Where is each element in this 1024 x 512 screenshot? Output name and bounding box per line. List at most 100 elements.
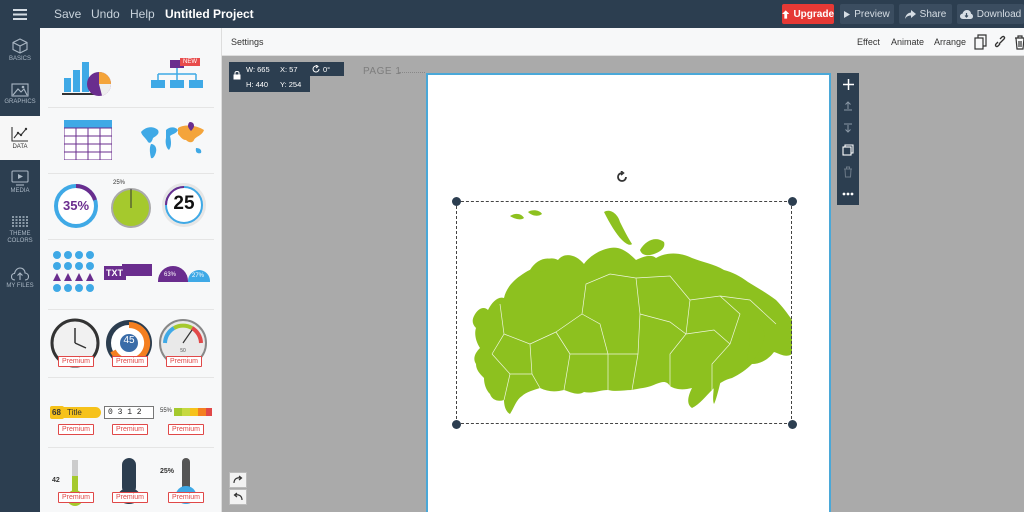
- undo-link[interactable]: Undo: [91, 7, 120, 21]
- copy-icon[interactable]: [974, 34, 988, 50]
- animate-link[interactable]: Animate: [891, 37, 924, 47]
- nav-label-basics: BASICS: [8, 55, 31, 62]
- page-label-line: [399, 72, 425, 73]
- image-icon: [11, 82, 29, 97]
- meter-value: 50: [180, 348, 186, 354]
- delete-element-button[interactable]: [837, 161, 859, 183]
- progress-circle-value: 35%: [62, 198, 90, 213]
- width-readout[interactable]: W: 665: [246, 65, 270, 74]
- title-badge-widget[interactable]: 68 Title Premium: [50, 406, 102, 435]
- y-readout[interactable]: Y: 254: [280, 80, 301, 89]
- project-title[interactable]: Untitled Project: [165, 7, 254, 21]
- text-block-widget[interactable]: TXT: [104, 264, 152, 282]
- premium-label: Premium: [166, 356, 203, 367]
- rating-bar-widget[interactable]: 55% Premium: [160, 406, 212, 435]
- add-element-button[interactable]: [837, 73, 859, 95]
- download-label: Download: [976, 8, 1022, 20]
- world-map-widget[interactable]: [138, 120, 208, 165]
- semi-circle-value-2: 27%: [192, 273, 205, 279]
- meter-widget[interactable]: 50 Premium: [158, 318, 208, 371]
- pie-gauge-widget[interactable]: 25%: [108, 180, 154, 231]
- resize-handle-bottom-left[interactable]: [452, 420, 461, 429]
- chart-icon: [11, 126, 28, 142]
- effect-link[interactable]: Effect: [857, 37, 880, 47]
- help-link[interactable]: Help: [130, 7, 155, 21]
- hamburger-icon: [13, 8, 27, 20]
- nav-label-data: DATA: [12, 143, 28, 150]
- counter-circle-widget[interactable]: 25: [160, 181, 208, 232]
- download-button[interactable]: Download: [957, 4, 1024, 24]
- undo-button[interactable]: [229, 489, 247, 505]
- rotate-handle-icon[interactable]: [616, 171, 628, 183]
- nav-item-my-files[interactable]: MY FILES: [0, 256, 40, 300]
- lock-icon[interactable]: [233, 70, 241, 80]
- bar-chart-widget[interactable]: [62, 56, 114, 101]
- odometer-widget[interactable]: 0 3 1 2 Premium: [104, 406, 156, 435]
- rotation-readout[interactable]: 0°: [323, 65, 330, 74]
- trash-icon[interactable]: [1013, 34, 1024, 50]
- duplicate-button[interactable]: [837, 139, 859, 161]
- x-readout[interactable]: X: 57: [280, 65, 298, 74]
- dial-value: 45: [123, 335, 135, 346]
- nav-label-graphics: GRAPHICS: [4, 98, 36, 105]
- resize-handle-bottom-right[interactable]: [788, 420, 797, 429]
- arrange-link[interactable]: Arrange: [934, 37, 966, 47]
- resize-handle-top-right[interactable]: [788, 197, 797, 206]
- nav-item-basics[interactable]: BASICS: [0, 28, 40, 72]
- upgrade-button[interactable]: Upgrade: [782, 4, 834, 24]
- share-label: Share: [919, 8, 947, 20]
- redo-icon: [233, 475, 243, 484]
- dimension-info-box-2: H: 440 Y: 254: [229, 71, 310, 92]
- preview-button[interactable]: Preview: [840, 4, 894, 24]
- new-badge: NEW: [180, 58, 200, 66]
- dark-thermometer-widget[interactable]: Premium: [106, 458, 156, 508]
- table-widget[interactable]: [63, 120, 113, 163]
- icon-array-widget[interactable]: [52, 250, 96, 297]
- nav-item-media[interactable]: MEDIA: [0, 160, 40, 204]
- redo-button[interactable]: [229, 472, 247, 488]
- move-up-icon: [844, 101, 852, 111]
- hamburger-menu-button[interactable]: [0, 0, 40, 28]
- top-bar: Save Undo Help Untitled Project Upgrade …: [0, 0, 1024, 28]
- premium-label: Premium: [112, 424, 149, 435]
- height-readout[interactable]: H: 440: [246, 80, 268, 89]
- left-nav: BASICS GRAPHICS DATA MEDIA THEME COLORS …: [0, 28, 40, 512]
- link-icon[interactable]: [993, 34, 1007, 50]
- share-button[interactable]: Share: [899, 4, 952, 24]
- settings-label[interactable]: Settings: [231, 37, 264, 47]
- save-link[interactable]: Save: [54, 7, 81, 21]
- nav-item-data[interactable]: DATA: [0, 116, 40, 160]
- more-options-button[interactable]: [837, 183, 859, 205]
- striped-thermometer-widget[interactable]: 25% Premium: [160, 458, 212, 508]
- clock-widget[interactable]: Premium: [50, 318, 100, 371]
- nav-item-graphics[interactable]: GRAPHICS: [0, 72, 40, 116]
- rating-bar-value: 55%: [160, 408, 173, 414]
- play-icon: [11, 169, 29, 186]
- bring-forward-button[interactable]: [837, 95, 859, 117]
- nav-item-theme-colors[interactable]: THEME COLORS: [0, 204, 40, 256]
- play-icon: [844, 10, 851, 18]
- selection-box[interactable]: [456, 201, 792, 424]
- premium-label: Premium: [112, 492, 149, 503]
- upgrade-arrow-icon: [782, 9, 790, 19]
- send-backward-button[interactable]: [837, 117, 859, 139]
- thermometer-value: 42: [52, 477, 60, 484]
- nav-label-media: MEDIA: [10, 187, 30, 194]
- progress-circle-widget[interactable]: 35%: [52, 182, 100, 233]
- semi-circle-widget[interactable]: 63% 27%: [158, 264, 212, 284]
- striped-thermometer-value: 25%: [160, 468, 175, 475]
- premium-label: Premium: [58, 492, 95, 503]
- text-block-label: TXT: [106, 268, 123, 278]
- premium-label: Premium: [58, 424, 95, 435]
- thermometer-widget[interactable]: 42 Premium: [52, 458, 102, 508]
- nav-label-my-files: MY FILES: [6, 282, 34, 289]
- more-dots-icon: [842, 192, 854, 196]
- dimension-info-box: W: 665 X: 57 0°: [229, 62, 344, 76]
- undo-icon: [233, 492, 243, 501]
- move-down-icon: [844, 123, 852, 133]
- title-badge-number: 68: [52, 408, 61, 417]
- dial-widget[interactable]: 45 Premium: [104, 318, 154, 371]
- resize-handle-top-left[interactable]: [452, 197, 461, 206]
- trash-icon: [844, 166, 852, 178]
- counter-circle-value: 25: [173, 193, 195, 214]
